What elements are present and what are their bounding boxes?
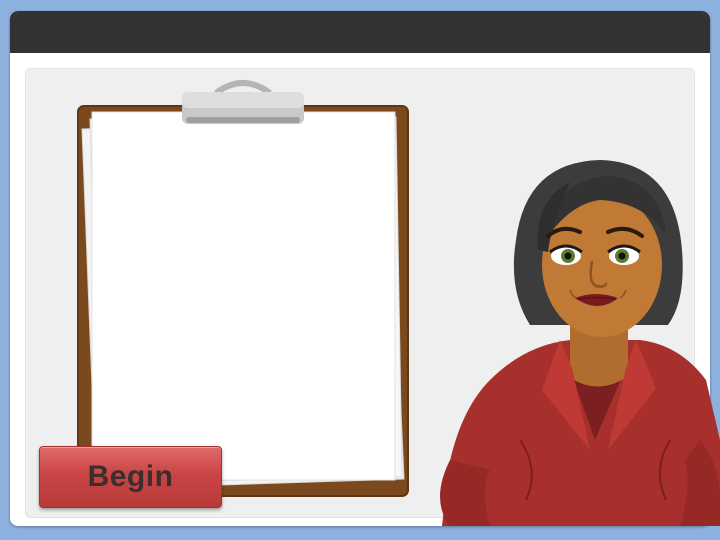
begin-button-label: Begin <box>87 460 174 493</box>
title-bar <box>10 11 710 53</box>
clipboard-icon <box>77 80 409 497</box>
presenter-character <box>440 160 720 526</box>
begin-button[interactable]: Begin <box>39 446 222 508</box>
clip-ring <box>214 80 272 96</box>
clipboard-sheet <box>91 111 396 481</box>
